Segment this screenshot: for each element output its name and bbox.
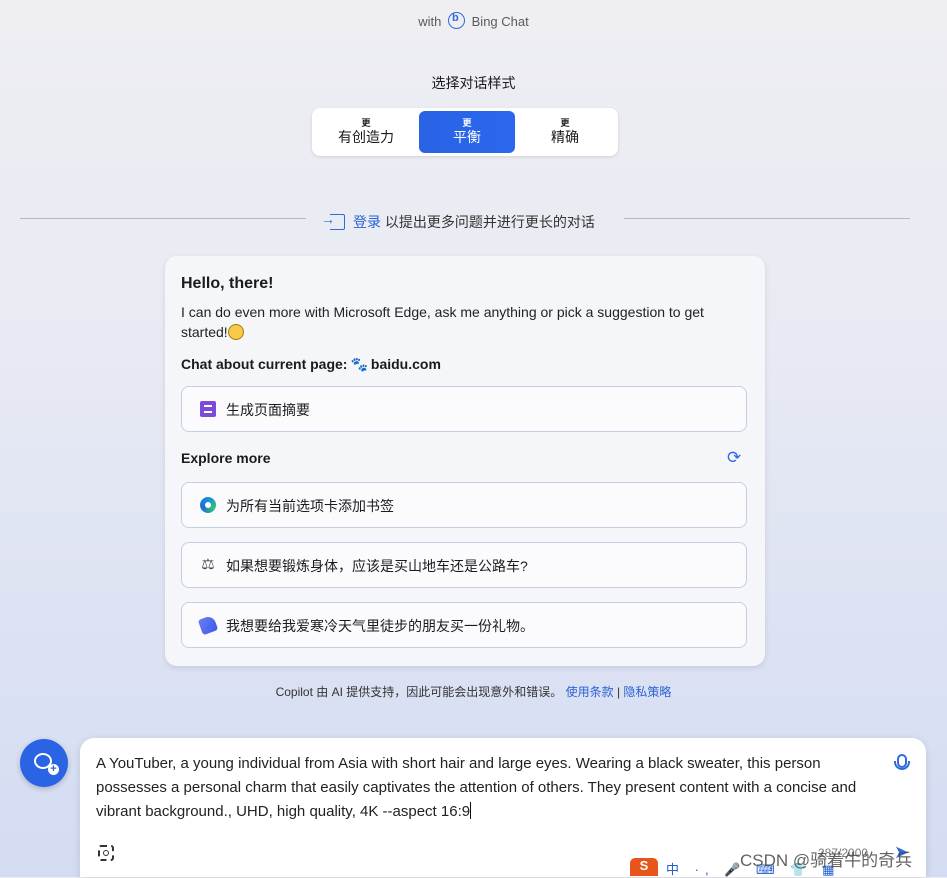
suggestion-bike-question[interactable]: ⚖ 如果想要锻炼身体，应该是买山地车还是公路车?: [181, 542, 747, 588]
disclaimer-text: Copilot 由 AI 提供支持，因此可能会出现意外和错误。: [275, 685, 563, 699]
divider-right: [624, 218, 910, 219]
document-icon: [200, 401, 216, 417]
current-page-row: Chat about current page: 🐾 baidu.com: [181, 356, 441, 373]
style-label: 平衡: [453, 129, 481, 145]
welcome-title: Hello, there!: [181, 275, 274, 292]
welcome-card: Hello, there! I can do even more with Mi…: [165, 256, 765, 666]
style-label: 精确: [551, 129, 579, 145]
separator: |: [613, 685, 624, 699]
login-prompt: 登录 以提出更多问题并进行更长的对话: [321, 211, 595, 232]
chat-input-text: A YouTuber, a young individual from Asia…: [96, 755, 857, 820]
microphone-icon[interactable]: [894, 754, 910, 770]
new-topic-button[interactable]: +: [20, 739, 68, 787]
conversation-style-title: 选择对话样式: [431, 75, 516, 91]
suggestion-text: 我想要给我爱寒冷天气里徒步的朋友买一份礼物。: [226, 618, 534, 634]
current-page-site: baidu.com: [370, 356, 441, 372]
style-more-label: 更: [361, 118, 371, 128]
style-precise-button[interactable]: 更 精确: [517, 111, 613, 153]
suggestion-text: 如果想要锻炼身体，应该是买山地车还是公路车?: [226, 558, 528, 574]
divider-left: [20, 218, 306, 219]
style-label: 有创造力: [338, 129, 394, 145]
refresh-suggestions-icon[interactable]: ⟳: [727, 448, 741, 468]
bing-icon: [448, 12, 466, 29]
powered-by-header: with Bing Chat: [0, 12, 947, 29]
style-more-label: 更: [560, 118, 570, 128]
plus-icon: +: [48, 764, 59, 775]
login-link[interactable]: 登录: [353, 214, 381, 230]
chat-input[interactable]: A YouTuber, a young individual from Asia…: [96, 752, 876, 824]
sign-in-icon[interactable]: [321, 211, 345, 230]
edge-icon: [200, 497, 216, 513]
welcome-intro: I can do even more with Microsoft Edge, …: [181, 302, 741, 342]
with-label: with: [418, 14, 442, 29]
watermark: CSDN @骑着牛的奇兵: [740, 851, 913, 870]
suggestion-text: 为所有当前选项卡添加书签: [226, 498, 394, 514]
text-caret: [470, 802, 472, 819]
style-balanced-button[interactable]: 更 平衡: [419, 111, 515, 153]
style-creative-button[interactable]: 更 有创造力: [318, 111, 414, 153]
product-name: Bing Chat: [471, 14, 529, 29]
explore-more-label: Explore more: [181, 450, 271, 466]
current-page-label: Chat about current page:: [181, 356, 348, 372]
suggestion-gift[interactable]: 我想要给我爱寒冷天气里徒步的朋友买一份礼物。: [181, 602, 747, 648]
disclaimer: Copilot 由 AI 提供支持，因此可能会出现意外和错误。 使用条款 | 隐…: [0, 683, 947, 700]
suggestion-text: 生成页面摘要: [226, 402, 310, 418]
privacy-link[interactable]: 隐私策略: [623, 685, 671, 699]
scale-icon: ⚖: [201, 556, 215, 573]
baidu-paw-icon: 🐾: [350, 356, 368, 372]
style-more-label: 更: [462, 118, 472, 128]
conversation-style-selector: 更 有创造力 更 平衡 更 精确: [312, 108, 618, 156]
summarize-page-button[interactable]: 生成页面摘要: [181, 386, 747, 432]
terms-link[interactable]: 使用条款: [566, 685, 614, 699]
ime-logo-icon[interactable]: S: [630, 858, 658, 876]
visual-search-icon[interactable]: [98, 845, 114, 861]
welcome-intro-text: I can do even more with Microsoft Edge, …: [181, 304, 704, 340]
smile-emoji-icon: [227, 324, 244, 340]
tag-icon: [197, 614, 219, 636]
suggestion-bookmark-tabs[interactable]: 为所有当前选项卡添加书签: [181, 482, 747, 528]
login-text: 以提出更多问题并进行更长的对话: [381, 214, 595, 230]
